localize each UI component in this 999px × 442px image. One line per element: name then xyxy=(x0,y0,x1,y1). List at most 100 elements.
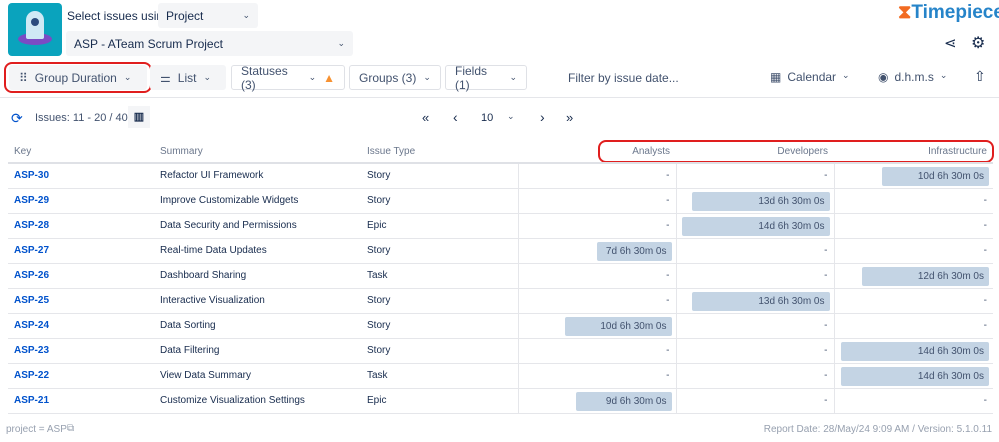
analysts-duration-cell: - xyxy=(517,288,676,314)
prev-page-button[interactable]: ‹ xyxy=(453,109,458,125)
infrastructure-duration-cell: - xyxy=(833,213,993,239)
select-label: Select issues using xyxy=(67,9,170,23)
issue-type: Epic xyxy=(361,213,518,239)
settings-gear-icon[interactable]: ⚙ xyxy=(971,33,985,53)
issue-summary: Dashboard Sharing xyxy=(154,263,361,289)
empty-value: - xyxy=(824,395,828,406)
group-duration-button[interactable]: ⠿ Group Duration ⌄ xyxy=(9,65,147,90)
chevron-down-icon: ⌄ xyxy=(337,38,345,48)
issue-type: Story xyxy=(361,288,518,314)
report-info: Report Date: 28/May/24 9:09 AM / Version… xyxy=(763,424,992,435)
statuses-label: Statuses (3) xyxy=(241,63,288,92)
empty-value: - xyxy=(824,245,828,256)
duration-bar: 7d 6h 30m 0s xyxy=(596,241,672,261)
duration-bar: 14d 6h 30m 0s xyxy=(841,341,989,361)
statuses-button[interactable]: Statuses (3) ⌄ ▲ xyxy=(231,63,345,92)
project-dropdown[interactable]: ASP - ATeam Scrum Project ⌄ xyxy=(66,31,353,56)
page-size-chevron-icon[interactable]: ⌄ xyxy=(507,111,515,122)
empty-value: - xyxy=(983,195,987,206)
calendar-dropdown[interactable]: ▦ Calendar ⌄ xyxy=(770,70,850,84)
table-row: ASP-28 Data Security and Permissions Epi… xyxy=(8,213,993,239)
column-header-summary[interactable]: Summary xyxy=(154,140,361,164)
issue-key-link[interactable]: ASP-29 xyxy=(8,188,154,214)
fields-button[interactable]: Fields (1) ⌄ xyxy=(445,64,527,92)
empty-value: - xyxy=(824,270,828,281)
issue-key-link[interactable]: ASP-22 xyxy=(8,363,154,389)
developers-duration-cell: 14d 6h 30m 0s xyxy=(675,213,834,239)
next-page-button[interactable]: › xyxy=(540,109,545,125)
external-link-icon[interactable]: ⧉ xyxy=(67,423,74,434)
issue-key-link[interactable]: ASP-21 xyxy=(8,388,154,414)
issue-key-link[interactable]: ASP-23 xyxy=(8,338,154,364)
column-header-infrastructure[interactable]: Infrastructure xyxy=(834,140,993,164)
issue-type: Story xyxy=(361,163,518,189)
developers-duration-cell: - xyxy=(675,363,834,389)
list-view-button[interactable]: ⚌ List ⌄ xyxy=(150,65,226,90)
duration-bar: 14d 6h 30m 0s xyxy=(841,366,989,386)
jql-query-link[interactable]: project = ASP xyxy=(6,424,67,435)
column-header-developers[interactable]: Developers xyxy=(676,140,834,164)
column-header-issue-type[interactable]: Issue Type xyxy=(361,140,518,164)
eye-icon: ◉ xyxy=(878,70,889,84)
empty-value: - xyxy=(666,170,670,182)
table-row: ASP-26 Dashboard Sharing Task - - 12d 6h 30… xyxy=(8,263,993,289)
chevron-down-icon: ⌄ xyxy=(509,72,517,82)
page-size-value[interactable]: 10 xyxy=(481,112,493,124)
issue-summary: Real-time Data Updates xyxy=(154,238,361,264)
column-header-key[interactable]: Key xyxy=(8,140,154,164)
issue-key-link[interactable]: ASP-25 xyxy=(8,288,154,314)
issue-type: Task xyxy=(361,363,518,389)
developers-duration-cell: - xyxy=(675,313,834,339)
timepiece-logo: ⧗Timepiece xyxy=(898,2,999,23)
filter-by-date-button[interactable]: Filter by issue date... xyxy=(568,71,679,85)
issue-type: Story xyxy=(361,238,518,264)
duration-bar: 10d 6h 30m 0s xyxy=(882,167,989,186)
issue-key-link[interactable]: ASP-30 xyxy=(8,163,154,189)
empty-value: - xyxy=(824,370,828,381)
chart-icon[interactable]: ▥ xyxy=(128,106,150,128)
empty-value: - xyxy=(983,320,987,331)
table-row: ASP-29 Improve Customizable Widgets Stor… xyxy=(8,188,993,214)
empty-value: - xyxy=(666,345,670,356)
column-header-analysts[interactable]: Analysts xyxy=(518,140,676,164)
groups-button[interactable]: Groups (3) ⌄ xyxy=(349,65,441,90)
table-row: ASP-23 Data Filtering Story - - 14d 6h 30m … xyxy=(8,338,993,364)
calendar-icon: ▦ xyxy=(770,70,782,84)
issue-key-link[interactable]: ASP-24 xyxy=(8,313,154,339)
developers-duration-cell: 13d 6h 30m 0s xyxy=(675,188,834,214)
time-format-dropdown[interactable]: ◉ d.h.m.s ⌄ xyxy=(878,70,947,84)
issue-type: Epic xyxy=(361,388,518,414)
export-icon[interactable]: ⇧ xyxy=(974,68,986,85)
list-label: List xyxy=(177,70,197,85)
chevron-down-icon: ⌄ xyxy=(842,70,850,80)
refresh-icon[interactable]: ⟳ xyxy=(11,110,23,127)
select-mode-value: Project xyxy=(166,8,204,23)
developers-duration-cell: - xyxy=(675,163,834,189)
issue-type: Story xyxy=(361,338,518,364)
groups-label: Groups (3) xyxy=(359,70,417,85)
issue-key-link[interactable]: ASP-26 xyxy=(8,263,154,289)
issue-key-link[interactable]: ASP-27 xyxy=(8,238,154,264)
share-icon[interactable]: ⋖ xyxy=(944,34,957,52)
empty-value: - xyxy=(983,295,987,306)
table-row: ASP-22 View Data Summary Task - - 14d 6h 30… xyxy=(8,363,993,389)
grid-icon: ⠿ xyxy=(19,70,28,85)
analysts-duration-cell: 10d 6h 30m 0s xyxy=(517,313,676,339)
group-duration-label: Group Duration xyxy=(34,70,117,85)
chevron-down-icon: ⌄ xyxy=(123,72,132,82)
warning-icon: ▲ xyxy=(323,70,335,85)
empty-value: - xyxy=(666,370,670,381)
table-row: ASP-27 Real-time Data Updates Story 7d 6h… xyxy=(8,238,993,264)
issues-count: Issues: 11 - 20 / 40 xyxy=(35,112,128,124)
first-page-button[interactable]: « xyxy=(422,110,429,125)
last-page-button[interactable]: » xyxy=(566,110,573,125)
issue-summary: Data Security and Permissions xyxy=(154,213,361,239)
infrastructure-duration-cell: - xyxy=(833,188,993,214)
developers-duration-cell: - xyxy=(675,238,834,264)
issue-key-link[interactable]: ASP-28 xyxy=(8,213,154,239)
empty-value: - xyxy=(983,245,987,256)
infrastructure-duration-cell: 12d 6h 30m 0s xyxy=(833,263,993,289)
developers-duration-cell: - xyxy=(675,388,834,414)
select-mode-dropdown[interactable]: Project ⌄ xyxy=(158,3,258,28)
issue-type: Story xyxy=(361,313,518,339)
